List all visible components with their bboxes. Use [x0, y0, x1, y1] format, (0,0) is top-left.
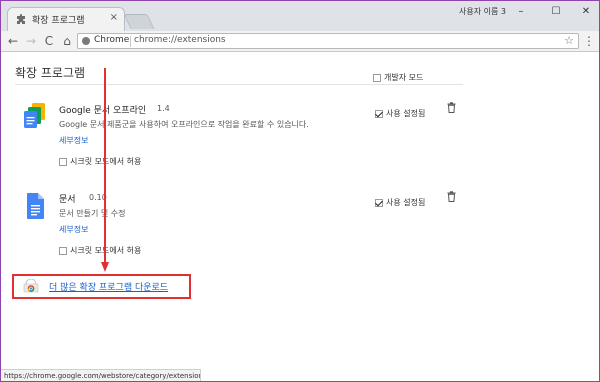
extensions-page: 확장 프로그램 개발자 모드 Google 문서 오프라인 1.4 Google… [1, 52, 599, 381]
close-window-button[interactable]: ✕ [576, 3, 596, 21]
incognito-checkbox[interactable] [59, 246, 67, 255]
incognito-toggle[interactable]: 시크릿 모드에서 허용 [59, 240, 141, 259]
status-bar: https://chrome.google.com/webstore/categ… [1, 369, 201, 381]
enabled-checkbox[interactable] [375, 198, 383, 207]
reload-button[interactable]: C [41, 33, 57, 49]
enabled-toggle[interactable]: 사용 설정됨 [375, 103, 425, 122]
extension-name: Google 문서 오프라인 [59, 106, 147, 116]
maximize-button[interactable]: ☐ [546, 3, 566, 21]
page-title: 확장 프로그램 [15, 66, 86, 80]
enabled-label: 사용 설정됨 [386, 198, 426, 207]
home-button[interactable]: ⌂ [59, 33, 75, 49]
developer-mode-checkbox[interactable] [373, 73, 381, 82]
google-docs-icon [27, 193, 44, 219]
enabled-checkbox[interactable] [375, 109, 383, 118]
url-text[interactable]: chrome://extensions [134, 35, 226, 45]
extension-details-link[interactable]: 세부정보 [59, 224, 88, 235]
bookmark-star-icon[interactable]: ☆ [564, 34, 574, 47]
puzzle-icon [17, 14, 25, 24]
enabled-label: 사용 설정됨 [386, 109, 426, 118]
trash-icon[interactable] [447, 191, 456, 202]
incognito-label: 시크릿 모드에서 허용 [70, 157, 142, 166]
omnibox-divider [130, 36, 131, 47]
tab-close-icon[interactable]: × [110, 12, 118, 24]
tab-strip: 확장 프로그램 × 사용자 이름 3 – ☐ ✕ [1, 1, 599, 31]
forward-button[interactable]: → [23, 33, 39, 49]
security-chip-label: Chrome [94, 35, 130, 45]
google-docs-offline-icon [24, 103, 45, 128]
extension-description: Google 문서 제품군을 사용하여 오프라인으로 작업을 완료할 수 있습니… [59, 120, 309, 129]
menu-icon[interactable]: ⋮ [583, 33, 595, 49]
chrome-security-icon [82, 37, 90, 45]
back-button[interactable]: ← [5, 33, 21, 49]
tab-title: 확장 프로그램 [32, 16, 85, 26]
browser-toolbar: ← → C ⌂ Chrome chrome://extensions ☆ ⋮ [1, 31, 599, 52]
enabled-toggle[interactable]: 사용 설정됨 [375, 192, 425, 211]
chrome-webstore-icon [23, 279, 39, 293]
profile-name[interactable]: 사용자 이름 3 [459, 6, 506, 17]
extension-description: 문서 만들기 및 수정 [59, 209, 126, 218]
trash-icon[interactable] [447, 102, 456, 113]
extension-version: 0.10 [89, 193, 107, 202]
browser-window: 확장 프로그램 × 사용자 이름 3 – ☐ ✕ ← → C ⌂ Chrome … [0, 0, 600, 382]
tab-extensions[interactable]: 확장 프로그램 × [7, 7, 125, 31]
more-extensions-text[interactable]: 더 많은 확장 프로그램 다운로드 [49, 280, 168, 293]
incognito-toggle[interactable]: 시크릿 모드에서 허용 [59, 151, 141, 170]
extension-name: 문서 [59, 195, 76, 205]
new-tab-button[interactable] [123, 14, 155, 29]
extension-details-link[interactable]: 세부정보 [59, 135, 88, 146]
extension-version: 1.4 [157, 104, 170, 113]
developer-mode-toggle[interactable]: 개발자 모드 [373, 67, 423, 86]
incognito-label: 시크릿 모드에서 허용 [70, 246, 142, 255]
address-bar[interactable]: Chrome chrome://extensions ☆ [77, 33, 579, 49]
developer-mode-label: 개발자 모드 [384, 73, 424, 82]
minimize-button[interactable]: – [511, 3, 531, 21]
incognito-checkbox[interactable] [59, 157, 67, 166]
